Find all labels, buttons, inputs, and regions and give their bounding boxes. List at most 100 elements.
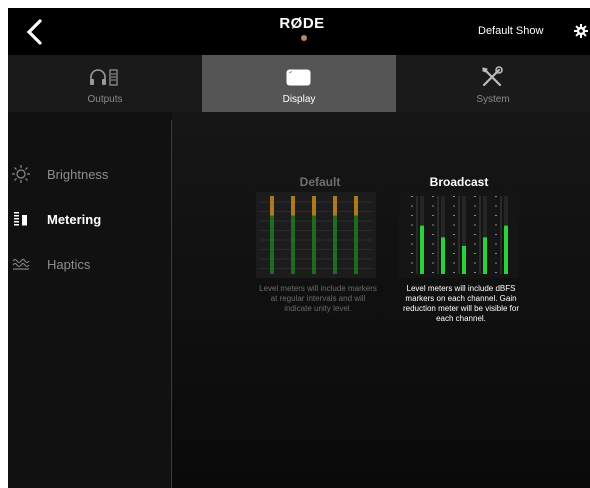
back-chevron-icon[interactable] <box>22 17 48 47</box>
gain-reduction-meter <box>458 196 460 274</box>
sidebar-item-label: Metering <box>47 212 102 227</box>
sidebar-item-brightness[interactable]: Brightness <box>8 159 171 189</box>
sidebar-item-label: Brightness <box>47 167 109 182</box>
broadcast-title: Broadcast <box>429 175 489 189</box>
dbfs-marker <box>453 224 455 226</box>
headphones-output-icon <box>90 69 118 86</box>
dbfs-marker <box>495 224 497 226</box>
dbfs-marker <box>411 234 413 235</box>
tools-icon <box>482 66 503 87</box>
dbfs-marker <box>411 272 413 273</box>
dbfs-marker <box>453 215 455 216</box>
gear-icon[interactable] <box>574 24 588 38</box>
logo-status-dot <box>301 35 307 41</box>
dbfs-marker <box>495 205 497 207</box>
default-meter-graphic <box>260 196 372 274</box>
gain-reduction-meter <box>500 196 502 274</box>
app-window: RØDE Default Show Outputs Display System… <box>8 8 590 488</box>
default-meter-bar-peak <box>291 196 295 216</box>
metering-icon <box>14 212 27 226</box>
dbfs-marker <box>453 234 455 235</box>
sidebar: Brightness Metering Haptics <box>8 112 171 488</box>
dbfs-marker <box>411 262 413 264</box>
tab-outputs-label: Outputs <box>87 94 123 105</box>
broadcast-meter-bar <box>483 237 487 274</box>
show-selector[interactable]: Default Show <box>478 25 543 37</box>
dbfs-marker <box>474 234 476 235</box>
dbfs-marker <box>432 234 434 235</box>
broadcast-meter-bar <box>441 237 445 274</box>
default-meter-bar-peak <box>354 196 358 216</box>
dbfs-marker <box>432 205 434 207</box>
dbfs-marker <box>474 215 476 216</box>
dbfs-marker <box>453 253 455 254</box>
tab-display-label: Display <box>282 94 316 105</box>
dbfs-marker <box>411 253 413 254</box>
gain-reduction-meter <box>437 196 439 274</box>
dbfs-marker <box>432 215 434 216</box>
dbfs-marker <box>411 196 413 197</box>
display-icon <box>286 69 311 86</box>
dbfs-marker <box>432 262 434 264</box>
dbfs-marker <box>495 262 497 264</box>
default-description: Level meters will include markers at reg… <box>259 284 377 313</box>
rode-logo: RØDE <box>279 15 325 32</box>
default-meter-bar <box>270 215 274 274</box>
dbfs-marker <box>474 196 476 197</box>
dbfs-marker <box>474 272 476 273</box>
default-title: Default <box>299 175 341 189</box>
dbfs-marker <box>453 272 455 273</box>
dbfs-marker <box>495 243 497 245</box>
dbfs-marker <box>411 215 413 216</box>
default-meter-bar <box>312 215 316 274</box>
dbfs-marker <box>453 262 455 264</box>
top-bar: RØDE Default Show <box>8 8 590 55</box>
dbfs-marker <box>453 196 455 197</box>
default-meter-bar <box>354 215 358 274</box>
sidebar-item-metering[interactable]: Metering <box>8 204 171 234</box>
dbfs-marker <box>474 205 476 207</box>
dbfs-marker <box>432 272 434 273</box>
tab-bar: Outputs Display System <box>8 55 590 112</box>
dbfs-marker <box>432 243 434 245</box>
dbfs-marker <box>474 253 476 254</box>
tab-display[interactable]: Display <box>202 55 396 112</box>
broadcast-meter-bar <box>462 245 466 274</box>
broadcast-meter-preview[interactable] <box>399 192 519 278</box>
sidebar-item-haptics[interactable]: Haptics <box>8 249 171 279</box>
tab-system[interactable]: System <box>396 55 590 112</box>
dbfs-marker <box>432 253 434 254</box>
broadcast-meter-bar <box>420 225 424 274</box>
dbfs-marker <box>474 243 476 245</box>
haptics-icon <box>12 258 30 270</box>
gain-reduction-meter <box>479 196 481 274</box>
default-meter-bar <box>291 215 295 274</box>
dbfs-marker <box>453 205 455 207</box>
default-meter-bar-peak <box>333 196 337 216</box>
dbfs-marker <box>495 253 497 254</box>
dbfs-marker <box>411 205 413 207</box>
default-meter-preview[interactable] <box>256 192 376 278</box>
dbfs-marker <box>432 196 434 197</box>
gain-reduction-meter <box>416 196 418 274</box>
dbfs-marker <box>474 262 476 264</box>
dbfs-marker <box>495 234 497 235</box>
metering-panel: Default Level meters will include marker… <box>172 112 590 488</box>
dbfs-marker <box>453 243 455 245</box>
dbfs-marker <box>474 224 476 226</box>
sidebar-item-label: Haptics <box>47 257 91 272</box>
dbfs-marker <box>411 224 413 226</box>
dbfs-marker <box>495 272 497 273</box>
default-meter-bar <box>333 215 337 274</box>
tab-system-label: System <box>476 94 510 105</box>
tab-outputs[interactable]: Outputs <box>8 55 202 112</box>
dbfs-marker <box>411 243 413 245</box>
dbfs-marker <box>495 215 497 216</box>
broadcast-description: Level meters will include dBFS markers o… <box>402 284 520 323</box>
default-meter-bar-peak <box>312 196 316 216</box>
brightness-icon <box>12 165 30 183</box>
default-meter-bar-peak <box>270 196 274 216</box>
broadcast-meter-graphic <box>411 196 508 274</box>
dbfs-marker <box>432 224 434 226</box>
broadcast-meter-bar <box>504 225 508 274</box>
